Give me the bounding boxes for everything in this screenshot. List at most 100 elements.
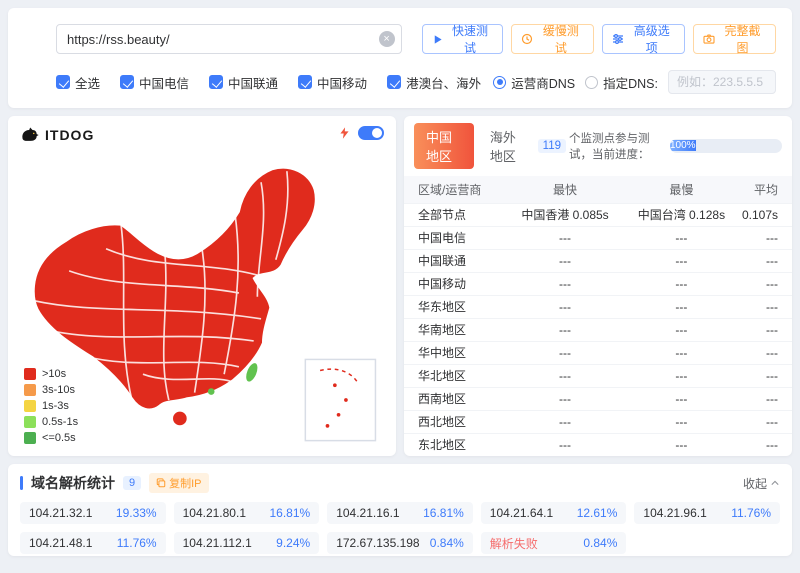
ip-address: 104.21.96.1 bbox=[643, 506, 706, 520]
results-table-header: 区域/运营商 最快 最慢 平均 bbox=[404, 176, 792, 204]
checkbox-icon bbox=[387, 75, 401, 89]
ip-address: 104.21.64.1 bbox=[490, 506, 553, 520]
progress-info: 119 个监测点参与测试，当前进度： 100% bbox=[538, 130, 782, 162]
dns-stats-card: 域名解析统计 9 复制IP 收起 104.21.32.1 19.33% 104.… bbox=[8, 464, 792, 556]
region-tab[interactable]: 海外地区 bbox=[478, 123, 538, 169]
fastest-cell: --- bbox=[505, 273, 625, 296]
url-input[interactable] bbox=[56, 24, 402, 54]
region-tab[interactable]: 中国地区 bbox=[414, 123, 474, 169]
radio-icon bbox=[585, 76, 598, 89]
carrier-dns-radio[interactable]: 运营商DNS bbox=[493, 73, 575, 92]
line-checkbox-group: 全选 中国电信 中国联通 中国移动 bbox=[56, 73, 481, 92]
result-row: 全部节点 中国香港 0.085s 中国台湾 0.128s 0.107s bbox=[404, 204, 792, 227]
test-action-button[interactable]: 高级选项 bbox=[602, 24, 685, 54]
hongkong-region bbox=[208, 388, 215, 395]
average-cell: 0.107s bbox=[738, 204, 792, 227]
ip-stat-item: 104.21.112.1 9.24% bbox=[174, 532, 320, 554]
ip-stat-item: 104.21.48.1 11.76% bbox=[20, 532, 166, 554]
slowest-cell: --- bbox=[625, 434, 738, 457]
ip-address: 104.21.112.1 bbox=[183, 536, 252, 550]
clear-input-icon[interactable]: × bbox=[379, 31, 395, 47]
button-label: 完整截图 bbox=[719, 22, 766, 56]
title-accent-bar bbox=[20, 476, 23, 490]
legend-swatch bbox=[24, 416, 36, 428]
result-row: 东北地区 --- --- --- bbox=[404, 434, 792, 457]
lightning-icon[interactable] bbox=[338, 126, 351, 140]
ip-stat-item: 172.67.135.198 0.84% bbox=[327, 532, 473, 554]
checkbox-icon bbox=[120, 75, 134, 89]
region-cell: 华中地区 bbox=[404, 342, 505, 365]
line-checkbox[interactable]: 中国电信 bbox=[120, 73, 189, 92]
line-checkbox[interactable]: 中国移动 bbox=[298, 73, 367, 92]
result-row: 中国电信 --- --- --- bbox=[404, 227, 792, 250]
test-toolbar: × 快速测试 缓慢测试 bbox=[8, 8, 792, 108]
ip-percent: 9.24% bbox=[276, 536, 310, 550]
average-cell: --- bbox=[738, 388, 792, 411]
fastest-cell: --- bbox=[505, 411, 625, 434]
ip-percent: 16.81% bbox=[269, 506, 310, 520]
legend-swatch bbox=[24, 384, 36, 396]
test-action-button[interactable]: 完整截图 bbox=[693, 24, 776, 54]
checkbox-icon bbox=[298, 75, 312, 89]
copy-icon bbox=[156, 478, 166, 488]
test-action-button[interactable]: 快速测试 bbox=[422, 24, 504, 54]
result-row: 华东地区 --- --- --- bbox=[404, 296, 792, 319]
average-cell: --- bbox=[738, 227, 792, 250]
test-action-button[interactable]: 缓慢测试 bbox=[511, 24, 594, 54]
map-controls bbox=[338, 126, 384, 140]
radio-icon bbox=[493, 76, 506, 89]
fastest-cell: --- bbox=[505, 319, 625, 342]
slowest-cell: --- bbox=[625, 319, 738, 342]
ip-percent: 0.84% bbox=[583, 536, 617, 550]
ip-percent: 11.76% bbox=[731, 506, 771, 520]
ip-stat-item: 104.21.80.1 16.81% bbox=[174, 502, 320, 524]
slowest-cell: --- bbox=[625, 411, 738, 434]
legend-item: >10s bbox=[24, 368, 78, 380]
custom-dns-radio[interactable]: 指定DNS: bbox=[585, 73, 658, 92]
fastest-cell: 中国香港 0.085s bbox=[505, 204, 625, 227]
legend-label: >10s bbox=[42, 368, 66, 380]
carrier-dns-label: 运营商DNS bbox=[511, 73, 575, 92]
fastest-cell: --- bbox=[505, 434, 625, 457]
custom-dns-input[interactable] bbox=[668, 70, 776, 94]
ip-stat-item: 104.21.16.1 16.81% bbox=[327, 502, 473, 524]
map-toggle-switch[interactable] bbox=[358, 126, 384, 140]
ip-percent: 0.84% bbox=[430, 536, 464, 550]
average-cell: --- bbox=[738, 342, 792, 365]
ip-stat-item: 解析失败 0.84% bbox=[481, 532, 627, 554]
ip-percent: 16.81% bbox=[423, 506, 464, 520]
legend-item: <=0.5s bbox=[24, 432, 78, 444]
ip-stats-grid: 104.21.32.1 19.33% 104.21.80.1 16.81% 10… bbox=[20, 502, 780, 554]
region-cell: 西南地区 bbox=[404, 388, 505, 411]
custom-dns-label: 指定DNS: bbox=[603, 73, 658, 92]
results-table: 区域/运营商 最快 最慢 平均 全部节点 中国香港 0.085s 中国台湾 0.… bbox=[404, 176, 792, 456]
checkbox-label: 中国联通 bbox=[228, 73, 278, 92]
result-row: 华南地区 --- --- --- bbox=[404, 319, 792, 342]
checkbox-icon bbox=[209, 75, 223, 89]
line-checkbox[interactable]: 港澳台、海外 bbox=[387, 73, 481, 92]
fastest-cell: --- bbox=[505, 296, 625, 319]
region-cell: 中国移动 bbox=[404, 273, 505, 296]
legend-swatch bbox=[24, 368, 36, 380]
result-row: 西南地区 --- --- --- bbox=[404, 388, 792, 411]
average-cell: --- bbox=[738, 411, 792, 434]
ip-address: 104.21.16.1 bbox=[336, 506, 399, 520]
url-input-wrap: × bbox=[56, 24, 402, 54]
region-cell: 华南地区 bbox=[404, 319, 505, 342]
col-region: 区域/运营商 bbox=[404, 176, 505, 204]
line-checkbox[interactable]: 全选 bbox=[56, 73, 100, 92]
region-tabs: 中国地区 海外地区 bbox=[414, 123, 538, 169]
legend-item: 3s-10s bbox=[24, 384, 78, 396]
line-checkbox[interactable]: 中国联通 bbox=[209, 73, 278, 92]
region-cell: 华北地区 bbox=[404, 365, 505, 388]
slowest-cell: --- bbox=[625, 250, 738, 273]
slowest-cell: --- bbox=[625, 296, 738, 319]
collapse-button[interactable]: 收起 bbox=[743, 475, 780, 492]
copy-ip-button[interactable]: 复制IP bbox=[149, 473, 208, 493]
ip-stat-item: 104.21.32.1 19.33% bbox=[20, 502, 166, 524]
china-map-card: ITDOG bbox=[8, 116, 396, 456]
button-label: 高级选项 bbox=[628, 22, 675, 56]
average-cell: --- bbox=[738, 434, 792, 457]
result-row: 西北地区 --- --- --- bbox=[404, 411, 792, 434]
latency-legend: >10s 3s-10s 1s-3s 0.5s-1s bbox=[24, 364, 78, 444]
